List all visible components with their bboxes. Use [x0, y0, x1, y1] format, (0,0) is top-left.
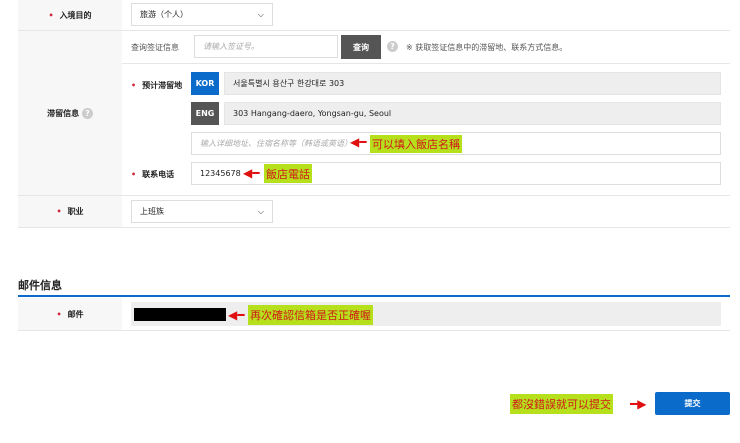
entry-purpose-label: • 入境目的 [18, 0, 122, 30]
query-button[interactable]: 查询 [341, 35, 381, 59]
kor-tag: KOR [191, 72, 219, 95]
label-text: 入境目的 [59, 10, 92, 20]
arrow-left-icon: ◀━ [228, 308, 245, 322]
arrow-left-icon: ◀━ [243, 166, 260, 180]
annotation-hotel-phone: 飯店電話 [264, 164, 312, 183]
address-label: • 预计滞留地 [131, 81, 183, 90]
select-value: 旅游（个人） [140, 10, 188, 19]
required-mark: • [48, 10, 54, 20]
chevron-down-icon: ⌵ [257, 206, 264, 216]
help-icon[interactable]: ? [81, 107, 93, 119]
eng-address-field: 303 Hangang-daero, Yongsan-gu, Seoul [224, 102, 721, 125]
occupation-label: • 职业 [18, 196, 122, 227]
section-divider [18, 295, 730, 297]
kor-address-field: 서울특별시 용산구 한강대로 303 [224, 72, 721, 95]
visa-number-input[interactable]: 请输入签证号。 [194, 35, 338, 58]
label-text: 滞留信息 [47, 108, 80, 118]
email-label: • 邮件 [18, 298, 122, 330]
select-value: 上班族 [140, 207, 164, 216]
section-title: 邮件信息 [18, 279, 62, 292]
label-text: 职业 [67, 207, 84, 216]
arrow-right-icon: ━▶ [630, 397, 647, 411]
visa-query-hint: ※ 获取签证信息中的滞留地、联系方式信息。 [406, 43, 568, 52]
annotation-email-check: 再次確認信箱是否正確喔 [248, 305, 373, 325]
redacted-email [134, 308, 226, 321]
annotation-hotel-name: 可以填入飯店名稱 [370, 135, 462, 153]
placeholder: 请输入签证号。 [203, 42, 259, 51]
submit-button[interactable]: 提交 [655, 392, 730, 415]
visa-query-label: 查询签证信息 [131, 43, 179, 52]
placeholder: 输入详细地址、住宿名称等（韩语或英语） [200, 139, 352, 148]
field-value: 서울특별시 용산구 한강대로 303 [233, 79, 345, 88]
field-value: 303 Hangang-daero, Yongsan-gu, Seoul [233, 109, 392, 118]
stay-info-label: 滞留信息 ? [18, 31, 122, 195]
phone-label: • 联系电话 [131, 170, 175, 179]
eng-tag: ENG [191, 102, 219, 125]
arrow-left-icon: ◀━ [350, 135, 367, 149]
field-value: 12345678 [200, 169, 241, 178]
chevron-down-icon: ⌵ [257, 9, 264, 19]
occupation-select[interactable]: 上班族 ⌵ [131, 200, 273, 223]
annotation-submit: 都沒錯誤就可以提交 [510, 394, 613, 414]
help-icon[interactable]: ? [387, 41, 398, 52]
entry-purpose-select[interactable]: 旅游（个人） ⌵ [131, 3, 273, 26]
label-text: 邮件 [67, 309, 84, 319]
